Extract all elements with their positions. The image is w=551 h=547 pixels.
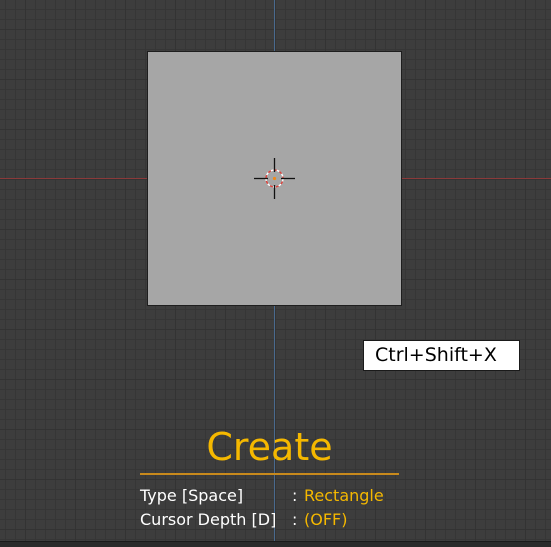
operator-title: Create — [206, 425, 333, 469]
viewport-bottom-edge — [0, 541, 551, 547]
hint-value-type: Rectangle — [304, 486, 384, 505]
shortcut-display: Ctrl+Shift+X — [363, 340, 520, 371]
3d-cursor-icon[interactable] — [254, 158, 295, 199]
hint-key-cursor-depth: Cursor Depth [D] — [140, 510, 277, 529]
hint-separator: : — [292, 486, 298, 505]
hint-value-cursor-depth: (OFF) — [304, 510, 348, 529]
3d-viewport[interactable]: Ctrl+Shift+X Create Type [Space] : Recta… — [0, 0, 551, 547]
hint-separator: : — [292, 510, 298, 529]
title-divider — [140, 473, 399, 475]
hint-key-type: Type [Space] — [140, 486, 244, 505]
